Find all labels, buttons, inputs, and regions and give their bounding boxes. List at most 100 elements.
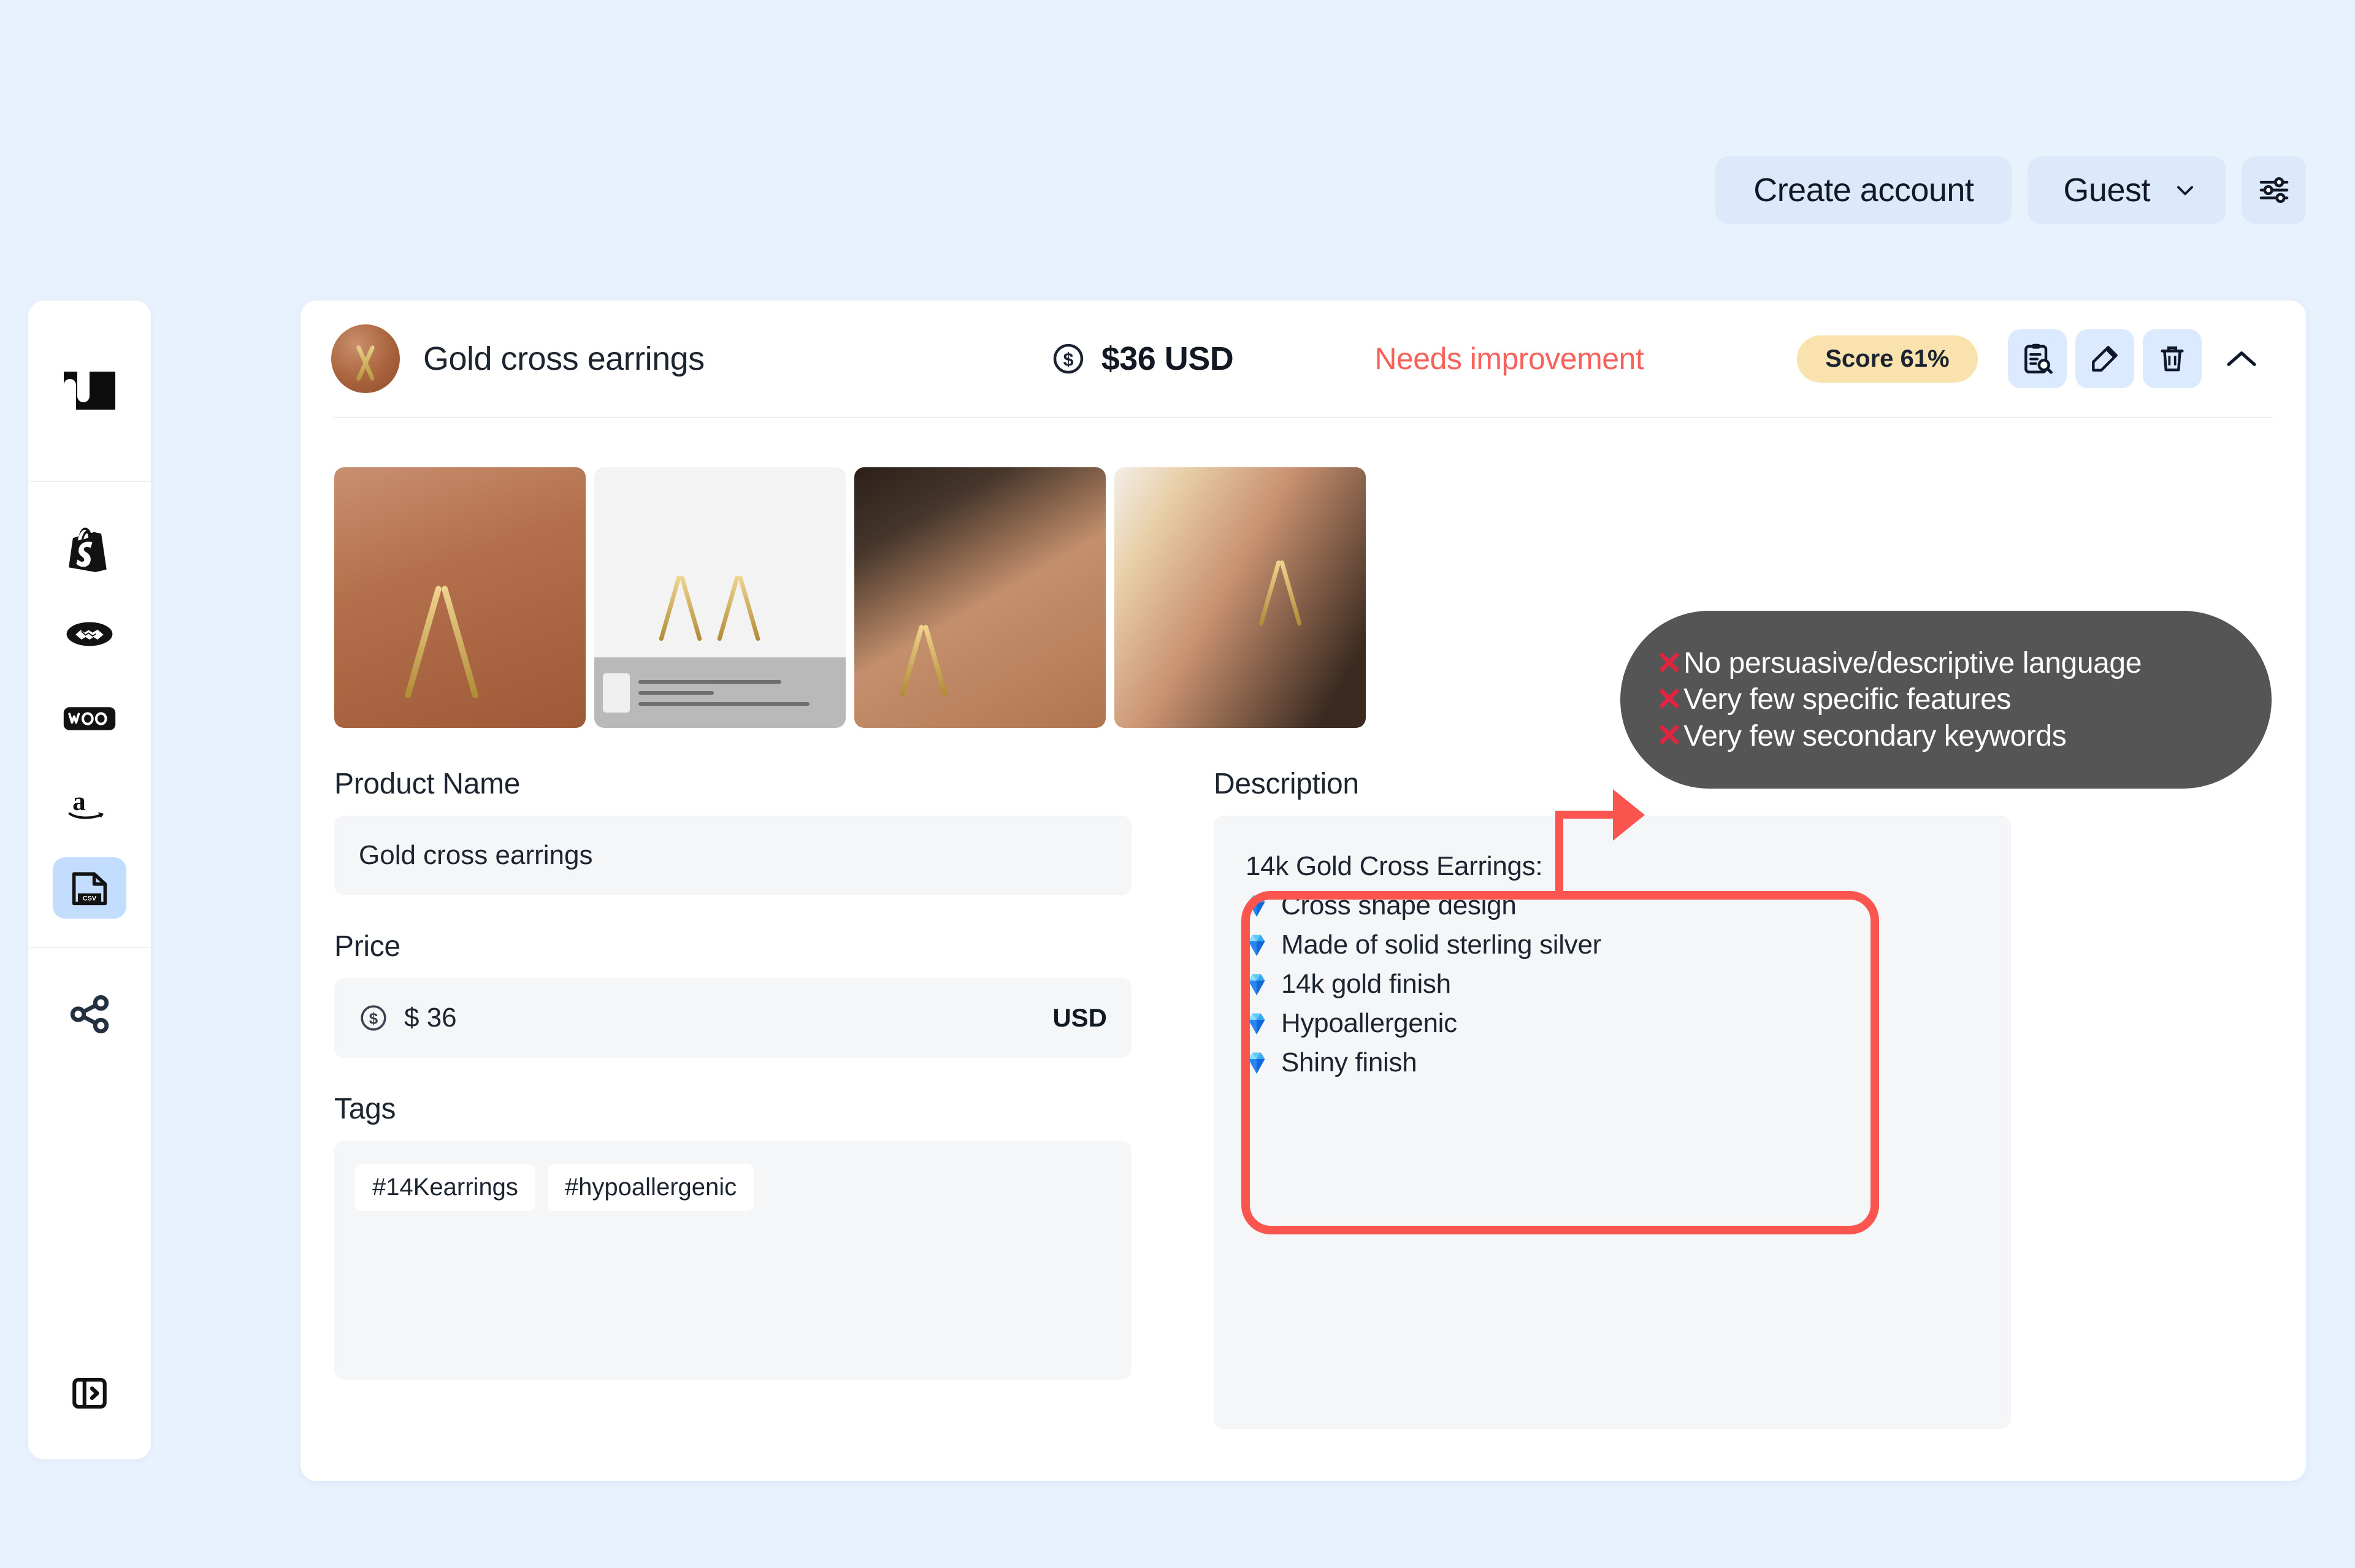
svg-text:$: $ (369, 1009, 378, 1028)
product-name-label: Product Name (334, 768, 521, 800)
app-logo[interactable] (28, 300, 151, 481)
sidebar: a CSV (28, 300, 151, 1459)
sidebar-footer (28, 1363, 151, 1459)
gem-icon (1248, 895, 1265, 917)
gem-icon (1248, 1013, 1265, 1034)
sliders-icon (2259, 177, 2289, 203)
description-input[interactable]: 14k Gold Cross Earrings: Cross shape des… (1214, 816, 2011, 1429)
share-icon (70, 995, 109, 1034)
tag-chip[interactable]: #hypoallergenic (547, 1164, 754, 1211)
sidebar-item-etsy[interactable] (53, 603, 126, 665)
shopify-icon (69, 527, 107, 572)
gallery-image-2[interactable] (594, 467, 846, 728)
description-bullet: Made of solid sterling silver (1246, 930, 1979, 960)
gallery-image-3[interactable] (854, 467, 1106, 728)
csv-file-icon: CSV (72, 872, 107, 906)
clipboard-search-icon (2024, 343, 2053, 374)
price-label: Price (334, 930, 400, 963)
status-text: Needs improvement (1374, 342, 1644, 376)
annotation-line: ✕ No persuasive/descriptive language (1656, 645, 2272, 681)
sidebar-item-csv[interactable]: CSV (53, 857, 126, 919)
product-price-block: $ $36 USD (1051, 340, 1234, 378)
annotation-line: ✕ Very few secondary keywords (1656, 718, 2272, 754)
audit-report-button[interactable] (2008, 329, 2067, 388)
annotation-arrow-stem (1555, 819, 1563, 898)
annotation-line-text: Very few secondary keywords (1683, 719, 2067, 752)
description-title: 14k Gold Cross Earrings: (1246, 851, 1543, 881)
sidebar-item-shopify[interactable] (53, 519, 126, 580)
product-header: Gold cross earrings $ $36 USD Needs impr… (301, 300, 2306, 418)
price-input[interactable]: $ $ 36 USD (334, 978, 1132, 1058)
svg-text:CSV: CSV (83, 895, 97, 902)
description-bullet-text: Cross shape design (1281, 890, 1517, 920)
guest-menu-button[interactable]: Guest (2028, 156, 2226, 224)
annotation-arrow-head (1613, 789, 1645, 841)
left-column: Product Name Gold cross earrings Price $… (334, 767, 1132, 1429)
description-bullet-text: Made of solid sterling silver (1281, 930, 1601, 960)
handshake-icon (66, 622, 113, 646)
guest-label: Guest (2063, 172, 2150, 208)
sidebar-item-amazon[interactable]: a (53, 773, 126, 834)
description-bullet: 14k gold finish (1246, 969, 1979, 1000)
sidebar-channels: a CSV (53, 482, 126, 947)
description-bullet-text: 14k gold finish (1281, 969, 1451, 999)
dollar-circle-icon: $ (361, 1005, 386, 1031)
gem-icon (1248, 935, 1265, 956)
description-bullet: Hypoallergenic (1246, 1008, 1979, 1039)
header-divider (334, 417, 2273, 418)
x-mark-icon: ✕ (1656, 645, 1683, 681)
x-mark-icon: ✕ (1656, 718, 1683, 754)
description-bullet-text: Shiny finish (1281, 1047, 1417, 1077)
price-amount: $ 36 (404, 1003, 457, 1033)
annotation-arrow-elbow (1555, 811, 1622, 819)
description-bullet-list: Cross shape design Made of solid sterlin… (1246, 890, 1979, 1078)
svg-text:a: a (72, 787, 86, 816)
package-spec-lines (638, 679, 837, 706)
sidebar-item-woocommerce[interactable] (53, 688, 126, 749)
gallery-image-4[interactable] (1114, 467, 1366, 728)
chevron-down-icon (2177, 186, 2193, 196)
description-bullet: Shiny finish (1246, 1047, 1979, 1078)
product-name-heading: Gold cross earrings (423, 340, 705, 377)
sidebar-item-share[interactable] (53, 984, 126, 1045)
sidebar-tools (28, 948, 151, 1045)
panel-expand-icon (72, 1377, 107, 1409)
tag-chip[interactable]: #14Kearrings (355, 1164, 535, 1211)
price-value-group: $ $ 36 (359, 1003, 457, 1033)
edit-button[interactable] (2075, 329, 2134, 388)
product-card: Gold cross earrings $ $36 USD Needs impr… (301, 300, 2306, 1481)
chevron-up-icon (2227, 351, 2256, 366)
product-price: $36 USD (1101, 340, 1234, 377)
annotation-line-text: Very few specific features (1683, 683, 2012, 716)
package-label (594, 657, 846, 728)
product-name-input[interactable]: Gold cross earrings (334, 816, 1132, 895)
gem-icon (1248, 1052, 1265, 1074)
tags-label: Tags (334, 1093, 396, 1125)
settings-button[interactable] (2242, 156, 2306, 224)
top-bar: Create account Guest (1715, 156, 2306, 224)
gallery-image-1[interactable] (334, 467, 586, 728)
brand-logo-icon (603, 673, 630, 713)
gem-icon (1248, 974, 1265, 995)
annotation-tooltip: ✕ No persuasive/descriptive language ✕ V… (1620, 611, 2272, 789)
description-bullet: Cross shape design (1246, 890, 1979, 921)
tags-input[interactable]: #14Kearrings #hypoallergenic (334, 1141, 1132, 1380)
trash-icon (2161, 346, 2184, 372)
collapse-card-button[interactable] (2214, 331, 2269, 386)
create-account-button[interactable]: Create account (1715, 156, 2012, 224)
header-actions (2008, 329, 2269, 388)
amazon-icon: a (68, 787, 104, 819)
dollar-circle-icon: $ (1053, 343, 1083, 374)
x-mark-icon: ✕ (1656, 682, 1683, 717)
score-badge: Score 61% (1797, 335, 1978, 383)
price-currency: USD (1052, 1003, 1107, 1032)
pencil-edit-icon (2092, 346, 2118, 372)
svg-text:$: $ (1063, 350, 1073, 370)
description-bullet-text: Hypoallergenic (1281, 1008, 1457, 1038)
nu-logo-icon (64, 372, 115, 410)
annotation-line: ✕ Very few specific features (1656, 681, 2272, 717)
sidebar-item-expand-panel[interactable] (53, 1363, 126, 1424)
delete-button[interactable] (2143, 329, 2202, 388)
app-root: Create account Guest a CSV Gold cross ea… (0, 0, 2355, 1568)
form-columns: Product Name Gold cross earrings Price $… (301, 728, 2306, 1429)
